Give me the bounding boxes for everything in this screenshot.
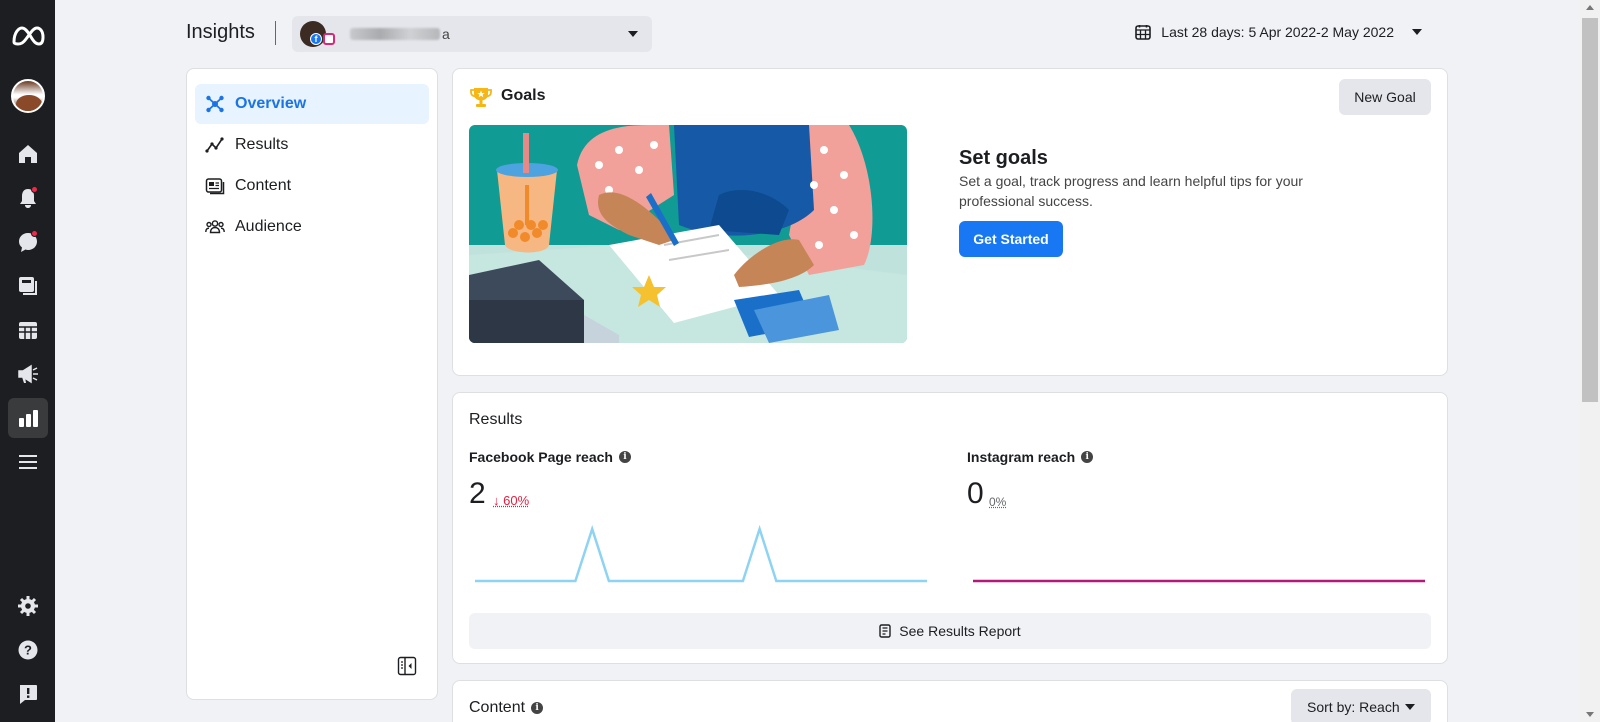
page-name-suffix: a (442, 26, 450, 42)
svg-text:?: ? (24, 643, 32, 658)
date-range-label: Last 28 days: 5 Apr 2022-2 May 2022 (1161, 24, 1394, 40)
chevron-down-icon (1405, 704, 1415, 710)
sparkline-path (475, 529, 927, 581)
pages-icon[interactable] (0, 266, 55, 306)
audience-icon (205, 217, 225, 237)
help-icon[interactable]: ? (0, 630, 55, 670)
planner-icon[interactable] (0, 310, 55, 350)
info-icon[interactable]: i (531, 702, 543, 714)
change-value: 60% (503, 493, 529, 508)
instagram-reach-value: 0 (967, 477, 984, 511)
metric-label-text: Instagram reach (967, 449, 1075, 465)
nav-item-results[interactable]: Results (195, 125, 429, 165)
chevron-down-icon (1412, 29, 1422, 35)
meta-logo-icon[interactable] (0, 16, 55, 56)
get-started-button[interactable]: Get Started (959, 221, 1063, 257)
results-title: Results (469, 411, 522, 429)
facebook-reach-value: 2 (469, 477, 486, 511)
metric-label-text: Facebook Page reach (469, 449, 613, 465)
content-icon (205, 176, 225, 196)
set-goals-heading: Set goals (959, 147, 1048, 170)
info-icon[interactable]: i (619, 451, 631, 463)
info-icon[interactable]: i (1081, 451, 1093, 463)
overview-icon (205, 94, 225, 114)
feedback-icon[interactable] (0, 674, 55, 714)
goals-illustration (469, 125, 907, 343)
page-scrollbar[interactable] (1580, 0, 1600, 722)
insights-icon[interactable] (0, 398, 55, 438)
facebook-reach-change: ↓ 60% (493, 493, 529, 508)
redacted-page-name (350, 28, 440, 40)
header-divider (275, 21, 276, 45)
chevron-down-icon (628, 31, 638, 37)
nav-label: Overview (235, 95, 306, 113)
instagram-reach-change: 0% (989, 495, 1006, 509)
settings-icon[interactable] (0, 586, 55, 626)
home-icon[interactable] (0, 134, 55, 174)
goals-card: Goals New Goal Set goals Set a goal, tra… (452, 68, 1448, 376)
report-icon (879, 624, 891, 638)
scrollbar-thumb[interactable] (1582, 18, 1598, 402)
results-icon (205, 135, 225, 155)
page-selector[interactable]: f a (292, 16, 652, 52)
collapse-panel-icon[interactable] (397, 656, 417, 681)
sort-label: Sort by: Reach (1307, 699, 1400, 715)
facebook-reach-label: Facebook Page reach i (469, 449, 631, 465)
calendar-icon (1135, 24, 1151, 40)
instagram-reach-sparkline (971, 523, 1427, 587)
nav-item-audience[interactable]: Audience (195, 207, 429, 247)
new-goal-button[interactable]: New Goal (1339, 79, 1431, 115)
content-title: Content i (469, 699, 543, 717)
scroll-down-arrow[interactable] (1586, 712, 1594, 717)
content-card: Content i Sort by: Reach (452, 680, 1448, 722)
nav-label: Content (235, 177, 291, 195)
nav-label: Audience (235, 218, 302, 236)
scroll-up-arrow[interactable] (1586, 5, 1594, 10)
ads-icon[interactable] (0, 354, 55, 394)
notifications-icon[interactable] (0, 178, 55, 218)
insights-nav: Overview Results Content Audience (186, 68, 438, 700)
messages-badge (31, 230, 38, 237)
profile-avatar[interactable] (0, 76, 55, 116)
facebook-reach-sparkline (473, 523, 929, 587)
set-goals-description: Set a goal, track progress and learn hel… (959, 171, 1319, 211)
nav-label: Results (235, 136, 288, 154)
instagram-reach-label: Instagram reach i (967, 449, 1093, 465)
trophy-icon (469, 85, 493, 109)
left-rail: ? (0, 0, 55, 722)
menu-icon[interactable] (0, 442, 55, 482)
notification-badge (31, 186, 38, 193)
arrow-down-icon: ↓ (493, 493, 500, 508)
see-report-label: See Results Report (899, 623, 1020, 639)
nav-item-content[interactable]: Content (195, 166, 429, 206)
goals-title: Goals (501, 87, 545, 105)
see-results-report-button[interactable]: See Results Report (469, 613, 1431, 649)
sort-by-dropdown[interactable]: Sort by: Reach (1291, 689, 1431, 722)
results-card: Results Facebook Page reach i 2 ↓ 60% In… (452, 392, 1448, 664)
content-title-text: Content (469, 699, 525, 717)
facebook-icon: f (310, 33, 322, 45)
page-title: Insights (186, 21, 255, 44)
instagram-icon (323, 33, 335, 45)
messages-icon[interactable] (0, 222, 55, 262)
nav-item-overview[interactable]: Overview (195, 84, 429, 124)
date-range-selector[interactable]: Last 28 days: 5 Apr 2022-2 May 2022 (1135, 24, 1422, 40)
